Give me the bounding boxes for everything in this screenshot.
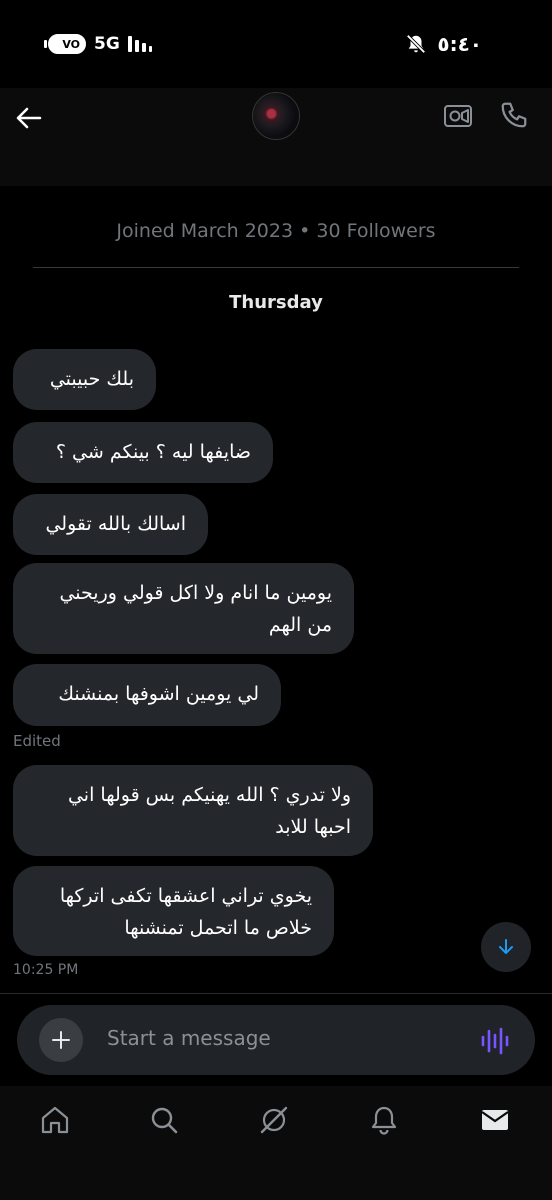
notifications-icon[interactable] [368, 1104, 400, 1136]
volte-label: VO [48, 34, 86, 54]
home-icon[interactable] [39, 1104, 71, 1136]
arrow-left-icon[interactable] [14, 103, 44, 133]
message-bubble[interactable]: يومين ما انام ولا اكل قولي وريحني من اله… [13, 563, 354, 654]
bottom-nav [0, 1086, 552, 1200]
divider [0, 993, 552, 994]
search-icon[interactable] [148, 1104, 180, 1136]
message-bubble[interactable]: اسالك بالله تقولي [13, 494, 208, 555]
grok-icon[interactable] [258, 1104, 290, 1136]
voice-message-icon[interactable] [479, 1025, 511, 1057]
scroll-to-bottom-button[interactable] [481, 922, 531, 972]
avatar[interactable] [252, 92, 300, 140]
bell-muted-icon [406, 34, 426, 54]
clock: ٥:٤٠ [437, 32, 482, 56]
message-bubble[interactable]: ضايفها ليه ؟ بينكم شي ؟ [13, 422, 273, 483]
video-call-icon[interactable] [443, 102, 473, 130]
network-type: 5G [94, 34, 120, 54]
divider [33, 267, 519, 268]
arrow-down-icon [499, 939, 513, 954]
conversation-header [0, 88, 552, 186]
phone-call-icon[interactable] [499, 100, 529, 130]
status-left: VO 5G [44, 34, 152, 54]
messages-icon[interactable] [479, 1104, 511, 1136]
add-media-button[interactable] [39, 1018, 83, 1062]
message-bubble[interactable]: لي يومين اشوفها بمنشنك [13, 664, 281, 726]
profile-info: Joined March 2023 • 30 Followers [116, 220, 436, 242]
message-bubble[interactable]: يخوي تراني اعشقها تكفى اتركها خلاص ما ات… [13, 866, 334, 956]
edited-label: Edited [13, 732, 61, 750]
signal-icon [127, 36, 152, 52]
day-label: Thursday [229, 292, 323, 313]
message-input[interactable]: Start a message [107, 1026, 271, 1050]
status-right: ٥:٤٠ [405, 32, 482, 56]
status-bar: VO 5G ٥:٤٠ [0, 0, 552, 88]
volte-badge: VO [44, 34, 86, 54]
message-bubble[interactable]: ولا تدري ؟ الله يهنيكم بس قولها اني احبه… [13, 765, 373, 856]
plus-icon [52, 1031, 70, 1049]
message-composer[interactable]: Start a message [17, 1005, 535, 1075]
message-timestamp: 10:25 PM [13, 962, 79, 978]
message-bubble[interactable]: بلك حبيبتي [13, 349, 156, 410]
